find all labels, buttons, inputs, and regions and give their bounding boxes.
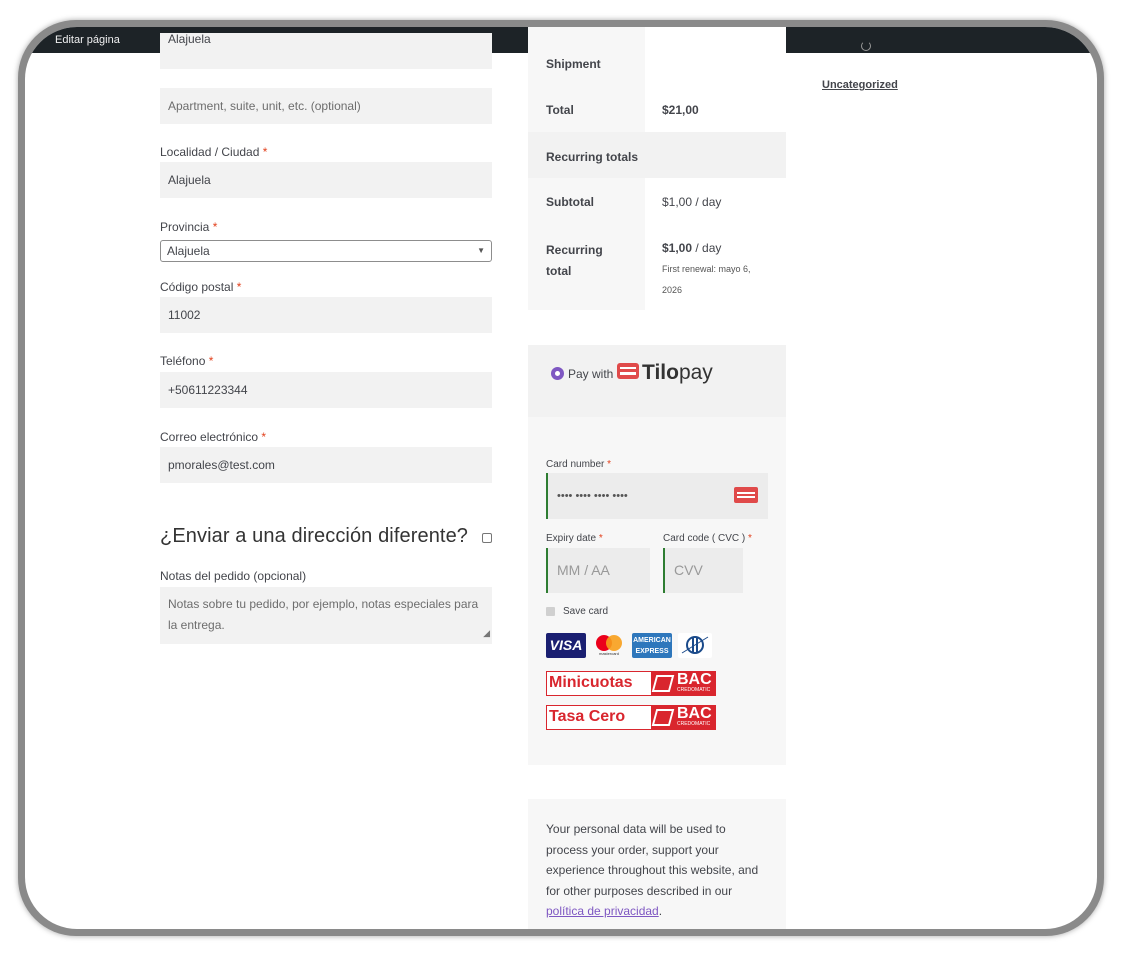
card-number-input[interactable]: •••• •••• •••• •••• [546,473,768,519]
chevron-down-icon: ▼ [477,246,485,255]
pay-with-label: Pay with [568,367,614,381]
diners-club-icon [681,636,709,654]
province-label: Provincia * [160,220,218,234]
phone-value: +50611223344 [168,383,248,397]
first-renewal-text: First renewal: mayo 6, 2026 [662,264,751,295]
credit-card-icon [734,487,758,503]
minicuotas-bac-badge: Minicuotas BAC CREDOMATIC [546,671,716,696]
email-label: Correo electrónico * [160,430,267,444]
save-card-checkbox[interactable] [546,607,555,616]
payment-method-box: Pay with Tilopay Card number * •••• ••••… [528,345,786,765]
order-notes-textarea[interactable]: Notas sobre tu pedido, por ejemplo, nota… [160,587,492,644]
notes-placeholder: Notas sobre tu pedido, por ejemplo, nota… [168,597,479,632]
privacy-policy-link[interactable]: política de privacidad [546,904,659,918]
device-frame: Editar página Alajuela Apartment, suite,… [18,20,1104,936]
apartment-placeholder: Apartment, suite, unit, etc. (optional) [168,99,361,113]
bac-logo-icon [651,675,675,692]
email-value: pmorales@test.com [168,458,275,472]
visa-logo: VISA [546,633,586,658]
city-label: Localidad / Ciudad * [160,145,268,159]
expiry-label: Expiry date * [546,533,603,544]
cvc-placeholder: CVV [674,562,703,578]
email-input[interactable]: pmorales@test.com [160,447,492,483]
subtotal-label: Subtotal [546,195,594,209]
city-value: Alajuela [168,173,211,187]
tilopay-option[interactable]: Pay with Tilopay [528,345,786,417]
phone-input[interactable]: +50611223344 [160,372,492,408]
city-top-input[interactable]: Alajuela [160,32,492,69]
postal-input[interactable]: 11002 [160,297,492,333]
ship-different-heading: ¿Enviar a una dirección diferente? [160,525,469,547]
resize-handle-icon[interactable]: ◢ [483,623,490,644]
city-top-value: Alajuela [168,32,211,46]
recurring-totals-label: Recurring totals [546,150,639,164]
cvc-label: Card code ( CVC ) * [663,533,752,544]
tasacero-bac-badge: Tasa Cero BAC CREDOMATIC [546,705,716,730]
edit-page-link[interactable]: Editar página [55,27,120,53]
recurring-total-label: Recurring total [546,243,603,278]
tilopay-logo-icon [617,363,639,379]
save-card-label: Save card [563,606,609,617]
subtotal-value: $1,00 / day [662,195,722,209]
city-input[interactable]: Alajuela [160,162,492,198]
notes-label: Notas del pedido (opcional) [160,569,307,583]
expiry-placeholder: MM / AA [557,562,610,578]
postal-label: Código postal * [160,280,242,294]
shipment-label: Shipment [546,57,601,71]
category-link-uncategorized[interactable]: Uncategorized [822,79,898,91]
tilopay-radio[interactable] [551,367,564,380]
postal-value: 11002 [168,308,201,322]
bac-logo-icon [651,709,675,726]
total-label: Total [546,103,574,117]
minicuotas-label: Minicuotas [549,674,633,691]
browser-viewport: Editar página Alajuela Apartment, suite,… [25,27,1097,929]
card-number-placeholder: •••• •••• •••• •••• [557,490,628,502]
diners-logo [678,633,712,658]
amex-logo: AMERICAN EXPRESS [632,633,672,658]
ship-different-checkbox[interactable] [482,533,492,543]
privacy-notice: Your personal data will be used to proce… [528,799,786,929]
expiry-input[interactable]: MM / AA [546,548,650,593]
tasacero-label: Tasa Cero [549,708,626,725]
tilopay-wordmark: Tilopay [642,361,713,384]
mastercard-logo: mastercard [592,633,626,658]
phone-label: Teléfono * [160,354,214,368]
cvc-input[interactable]: CVV [663,548,743,593]
recurring-total-value: $1,00 / day [662,241,722,255]
province-select[interactable]: Alajuela ▼ [160,240,492,262]
apartment-input[interactable]: Apartment, suite, unit, etc. (optional) [160,88,492,124]
card-number-label: Card number * [546,459,612,470]
province-value: Alajuela [167,244,210,258]
total-value: $21,00 [662,103,699,117]
search-icon [861,41,871,51]
